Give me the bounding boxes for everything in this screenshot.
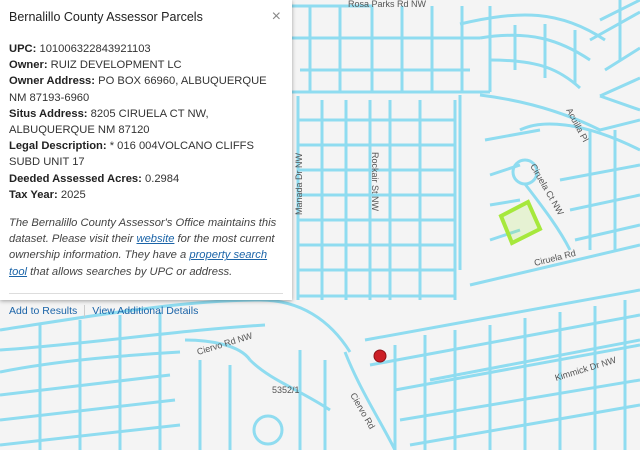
attribute-row-upc: UPC: 101006322843921103 <box>9 41 283 57</box>
attribute-label: Deeded Assessed Acres: <box>9 172 142 185</box>
attribute-row-tax-year: Tax Year: 2025 <box>9 187 283 203</box>
attribute-label: UPC: <box>9 43 37 55</box>
attribute-value: 101006322843921103 <box>39 43 151 55</box>
attribute-label: Tax Year: <box>9 188 58 201</box>
attribute-label: Situs Address: <box>9 107 88 120</box>
attribute-list: UPC: 101006322843921103 Owner: RUIZ DEVE… <box>9 41 283 203</box>
dataset-description: The Bernalillo County Assessor's Office … <box>9 215 283 280</box>
street-label-rockaire: Rockair St NW <box>370 152 380 212</box>
view-additional-details-link[interactable]: View Additional Details <box>92 305 198 317</box>
attribute-label: Owner: <box>9 59 48 72</box>
parcel-info-popup: Bernalillo County Assessor Parcels × UPC… <box>0 0 292 317</box>
attribute-row-legal-description: Legal Description: * 016 004VOLCANO CLIF… <box>9 138 283 170</box>
popup-header: Bernalillo County Assessor Parcels × <box>9 0 283 34</box>
close-icon[interactable]: × <box>270 9 283 25</box>
attribute-value: 2025 <box>60 188 86 201</box>
attribute-row-acres: Deeded Assessed Acres: 0.2984 <box>9 171 283 187</box>
attribute-value: 0.2984 <box>144 172 180 185</box>
action-separator <box>84 304 86 317</box>
attribute-row-owner: Owner: RUIZ DEVELOPMENT LC <box>9 57 283 73</box>
attribute-label: Owner Address: <box>9 75 95 88</box>
attribute-row-owner-address: Owner Address: PO BOX 66960, ALBUQUERQUE… <box>9 73 283 105</box>
red-dot-marker-icon[interactable] <box>373 349 387 363</box>
description-text: that allows searches by UPC or address. <box>27 265 233 278</box>
attribute-value: RUIZ DEVELOPMENT LC <box>50 59 182 72</box>
attribute-row-situs-address: Situs Address: 8205 CIRUELA CT NW, ALBUQ… <box>9 106 283 138</box>
popup-divider <box>9 292 283 294</box>
popup-actions: Add to Results View Additional Details <box>9 296 283 326</box>
add-to-results-link[interactable]: Add to Results <box>9 305 77 317</box>
popup-title: Bernalillo County Assessor Parcels <box>9 10 203 24</box>
website-link[interactable]: website <box>136 233 174 245</box>
parcel-label-5352: 5352/1 <box>272 385 300 395</box>
attribute-label: Legal Description: <box>9 140 107 153</box>
street-label-manada: Manada Dr NW <box>294 152 304 215</box>
street-label-rosa-parks: Rosa Parks Rd NW <box>348 0 427 9</box>
